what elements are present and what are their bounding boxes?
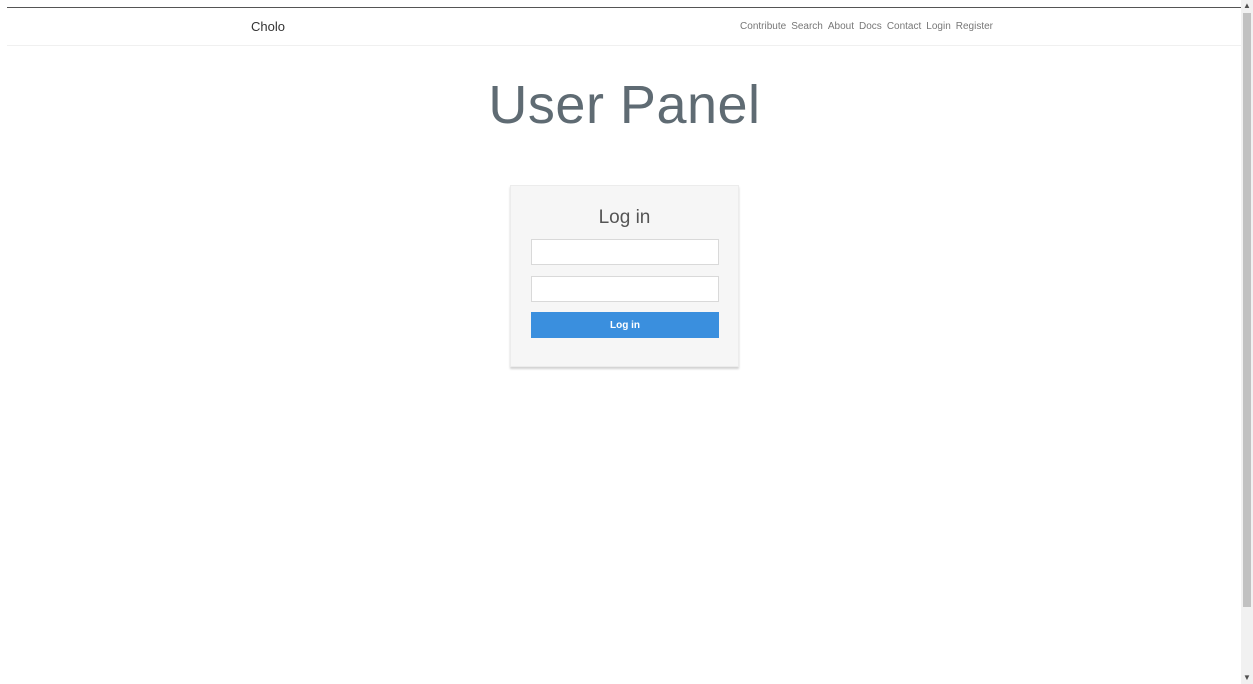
password-input[interactable] [531,276,719,302]
nav-link-docs[interactable]: Docs [859,21,882,32]
navbar: Cholo Contribute Search About Docs Conta… [7,8,1241,46]
browser-viewport: Cholo Contribute Search About Docs Conta… [0,0,1253,684]
login-card-title: Log in [598,207,651,228]
nav-link-contact[interactable]: Contact [887,21,921,32]
nav-link-search[interactable]: Search [791,21,823,32]
nav-links: Contribute Search About Docs Contact Log… [735,21,993,32]
login-button[interactable]: Log in [531,312,719,338]
login-card: Log in Log in [510,185,739,367]
chevron-up-icon[interactable]: ▲ [1241,0,1253,12]
chevron-down-icon[interactable]: ▼ [1241,672,1253,684]
nav-link-about[interactable]: About [828,21,854,32]
scrollbar-thumb[interactable] [1243,13,1251,607]
nav-link-contribute[interactable]: Contribute [740,21,786,32]
page: Cholo Contribute Search About Docs Conta… [0,0,1241,684]
nav-link-login[interactable]: Login [926,21,950,32]
username-input[interactable] [531,239,719,265]
vertical-scrollbar[interactable]: ▲ ▼ [1241,0,1253,684]
nav-link-register[interactable]: Register [956,21,993,32]
brand-link[interactable]: Cholo [251,19,285,34]
page-title: User Panel [488,75,761,135]
